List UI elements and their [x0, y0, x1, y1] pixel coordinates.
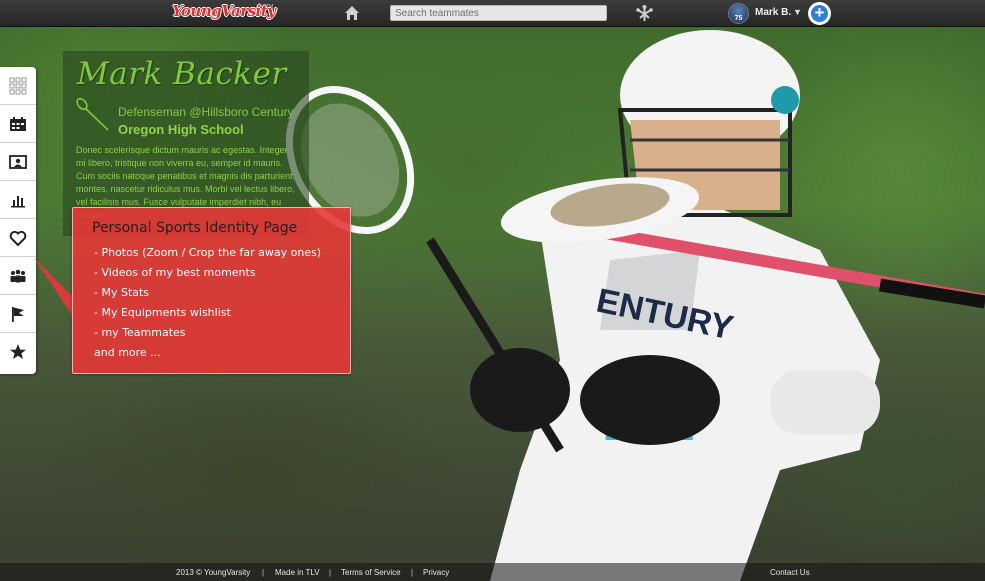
callout-feature-list: - Photos (Zoom / Crop the far away ones)… — [94, 246, 321, 366]
sidebar-item-wishlist[interactable] — [0, 219, 36, 257]
logo-trademark: TM — [266, 4, 274, 10]
footer-separator: | — [262, 568, 265, 577]
feature-callout: Personal Sports Identity Page - Photos (… — [72, 207, 351, 374]
sidebar-item-grid[interactable] — [0, 67, 36, 105]
lacrosse-stick-icon — [76, 97, 109, 131]
profile-position: Defenseman @Hillsboro Century — [118, 105, 294, 119]
group-icon — [10, 269, 26, 282]
footer-contact-link[interactable]: Contact Us — [770, 568, 810, 577]
callout-item-teammates[interactable]: - my Teammates — [94, 326, 321, 346]
sidebar-item-schedule[interactable] — [0, 105, 36, 143]
id-card-icon — [9, 154, 27, 169]
callout-item-videos[interactable]: - Videos of my best moments — [94, 266, 321, 286]
network-icon[interactable] — [636, 5, 653, 22]
top-bar: YoungVarsity TM 75 Mark B. ▼ + — [0, 0, 985, 27]
youngvarsity-logo[interactable]: YoungVarsity — [172, 2, 276, 20]
callout-pointer — [34, 258, 74, 318]
footer-privacy-link[interactable]: Privacy — [423, 568, 449, 577]
callout-item-wishlist[interactable]: - My Equipments wishlist — [94, 306, 321, 326]
footer-copyright: 2013 © YoungVarsity — [176, 568, 251, 577]
footer-terms-link[interactable]: Terms of Service — [341, 568, 401, 577]
avatar-jersey-number: 75 — [734, 15, 743, 22]
plus-icon: + — [814, 3, 825, 22]
callout-title: Personal Sports Identity Page — [92, 220, 298, 236]
sidebar-item-stats[interactable] — [0, 181, 36, 219]
star-icon — [10, 344, 26, 359]
grid-icon — [9, 77, 27, 94]
calendar-icon — [10, 116, 26, 131]
user-avatar[interactable]: 75 — [728, 3, 749, 24]
footer: 2013 © YoungVarsity | Made in TLV | Term… — [0, 563, 985, 581]
heart-icon — [9, 230, 27, 246]
sidebar-item-teammates[interactable] — [0, 257, 36, 295]
bar-chart-icon — [11, 195, 25, 207]
profile-name: Mark Backer — [77, 56, 287, 92]
callout-item-photos[interactable]: - Photos (Zoom / Crop the far away ones) — [94, 246, 321, 266]
profile-school: Oregon High School — [118, 122, 244, 137]
callout-item-more[interactable]: and more ... — [94, 346, 321, 366]
callout-item-stats[interactable]: - My Stats — [94, 286, 321, 306]
home-icon[interactable] — [344, 5, 360, 21]
footer-separator: | — [329, 568, 332, 577]
user-name[interactable]: Mark B. — [755, 7, 791, 18]
flag-icon — [12, 306, 24, 322]
add-button[interactable]: + — [808, 2, 831, 25]
search-teammates-input[interactable] — [390, 5, 607, 21]
sidebar-item-profile-card[interactable] — [0, 143, 36, 181]
footer-separator: | — [411, 568, 414, 577]
sidebar-icon-rail — [0, 67, 36, 374]
sidebar-item-favorites[interactable] — [0, 333, 36, 371]
user-menu-caret-icon[interactable]: ▼ — [793, 7, 802, 17]
sidebar-item-teams[interactable] — [0, 295, 36, 333]
footer-made-in-link[interactable]: Made in TLV — [275, 568, 320, 577]
